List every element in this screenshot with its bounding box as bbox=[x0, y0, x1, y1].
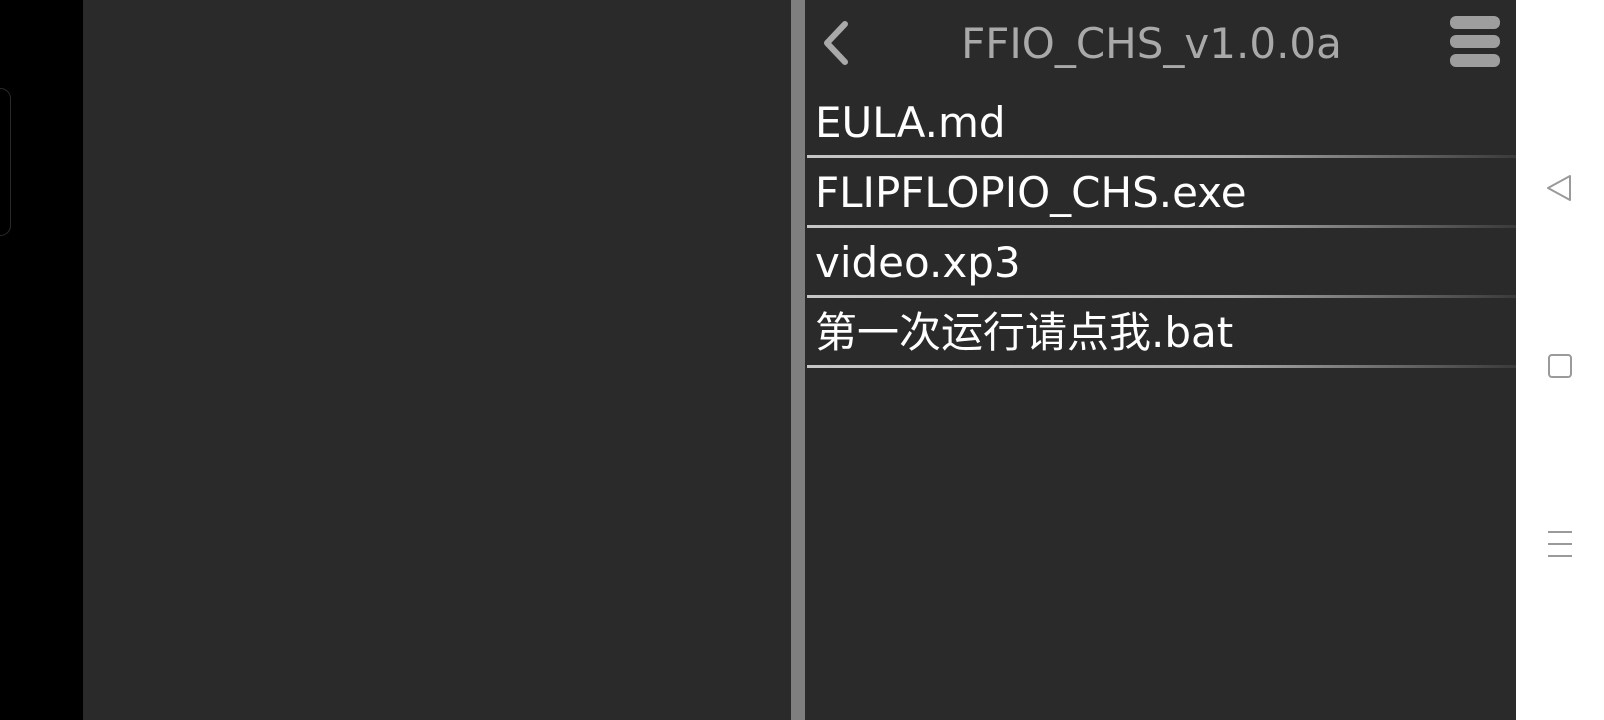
display-cutout-edge bbox=[0, 88, 11, 236]
hamburger-menu-icon-bar bbox=[1450, 35, 1500, 48]
file-item-video[interactable]: video.xp3 bbox=[807, 228, 1516, 298]
main-view-area bbox=[83, 0, 791, 720]
system-recents-button[interactable] bbox=[1540, 524, 1580, 564]
folder-title: FFIO_CHS_v1.0.0a bbox=[961, 19, 1342, 68]
chevron-left-icon bbox=[815, 16, 859, 70]
file-list: EULA.md FLIPFLOPIO_CHS.exe video.xp3 第一次… bbox=[807, 88, 1516, 368]
screen: FFIO_CHS_v1.0.0a EULA.md FLIPFLOPIO_CHS.… bbox=[0, 0, 1604, 720]
hamburger-menu-icon-bar bbox=[1450, 54, 1500, 67]
file-browser-header: FFIO_CHS_v1.0.0a bbox=[807, 0, 1516, 88]
back-button[interactable] bbox=[815, 16, 859, 70]
home-square-icon bbox=[1540, 346, 1580, 386]
menu-button[interactable] bbox=[1450, 16, 1502, 67]
panel-divider[interactable] bbox=[791, 0, 805, 720]
file-item-bat[interactable]: 第一次运行请点我.bat bbox=[807, 298, 1516, 368]
app-window: FFIO_CHS_v1.0.0a EULA.md FLIPFLOPIO_CHS.… bbox=[83, 0, 1516, 720]
system-back-button[interactable] bbox=[1540, 168, 1580, 208]
system-navigation-bar bbox=[1516, 0, 1604, 720]
recents-menu-icon bbox=[1540, 524, 1580, 564]
file-item-exe[interactable]: FLIPFLOPIO_CHS.exe bbox=[807, 158, 1516, 228]
back-triangle-icon bbox=[1540, 168, 1580, 208]
system-home-button[interactable] bbox=[1540, 346, 1580, 386]
hamburger-menu-icon bbox=[1450, 16, 1500, 29]
file-browser-panel: FFIO_CHS_v1.0.0a EULA.md FLIPFLOPIO_CHS.… bbox=[807, 0, 1516, 720]
file-item-eula[interactable]: EULA.md bbox=[807, 88, 1516, 158]
